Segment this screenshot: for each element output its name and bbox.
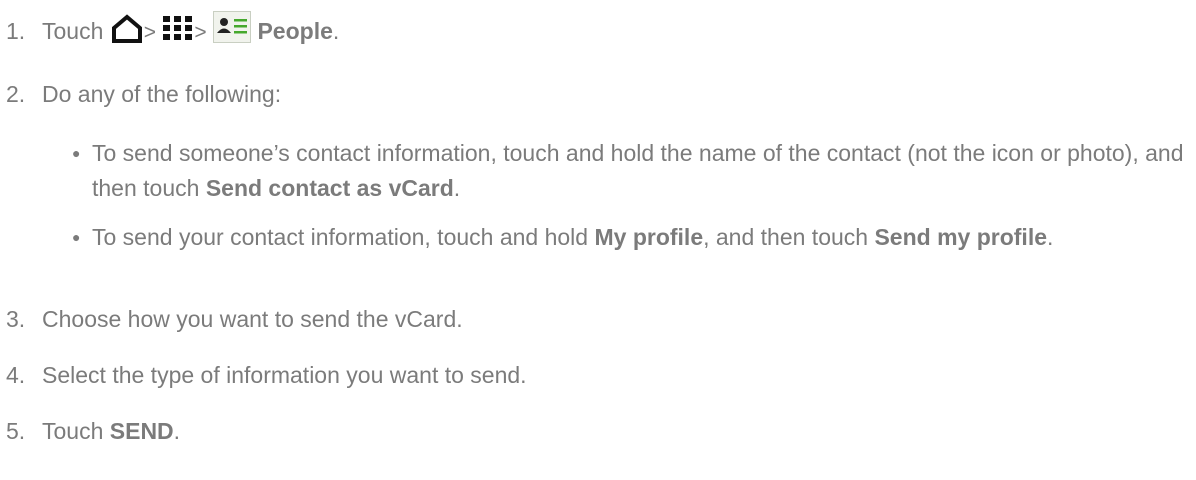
- step-3: 3. Choose how you want to send the vCard.: [6, 306, 463, 333]
- send-my-profile-label: Send my profile: [874, 224, 1048, 250]
- my-profile-label: My profile: [594, 224, 704, 250]
- step-text: Touch: [42, 18, 104, 45]
- step-number: 3.: [6, 306, 26, 332]
- step-text: Select the type of information you want …: [42, 362, 527, 388]
- separator: >: [194, 21, 207, 45]
- bullet-text-part: To send your contact information, touch …: [92, 224, 589, 250]
- bullet-text: To send someone’s contact information, t…: [92, 136, 1188, 206]
- bullet-dot: ●: [72, 229, 81, 245]
- people-app-icon: [213, 11, 252, 43]
- bullet-text-part: , and then touch: [703, 224, 869, 250]
- step-number: 5.: [6, 418, 26, 444]
- bullet-end: .: [453, 175, 461, 201]
- step-text: Touch: [42, 418, 104, 444]
- send-contact-vcard-label: Send contact as vCard: [205, 175, 454, 201]
- all-apps-icon: [162, 15, 194, 41]
- home-icon: [110, 14, 144, 44]
- send-label: SEND: [109, 418, 174, 444]
- step-number: 2.: [6, 81, 26, 107]
- step-2: 2. Do any of the following:: [6, 81, 281, 108]
- step-4: 4. Select the type of information you wan…: [6, 362, 527, 389]
- bullet-end: .: [1047, 224, 1054, 250]
- bullet-dot: ●: [72, 145, 81, 161]
- bullet-2: ● To send your contact information, touc…: [72, 220, 1188, 255]
- step-text: Do any of the following:: [42, 81, 282, 107]
- bullet-1: ● To send someone’s contact information,…: [72, 136, 1188, 206]
- people-app-label: People: [257, 18, 333, 45]
- bullet-text: To send your contact information, touch …: [92, 220, 1188, 255]
- step-end: .: [173, 418, 181, 444]
- step-number: 4.: [6, 362, 26, 388]
- step-number: 1.: [6, 18, 26, 45]
- step-1: 1. Touch > > People.: [6, 11, 340, 49]
- step-5: 5. Touch SEND.: [6, 418, 180, 445]
- separator: >: [143, 21, 157, 45]
- step-text: Choose how you want to send the vCard.: [42, 306, 463, 332]
- step-end: .: [332, 18, 340, 45]
